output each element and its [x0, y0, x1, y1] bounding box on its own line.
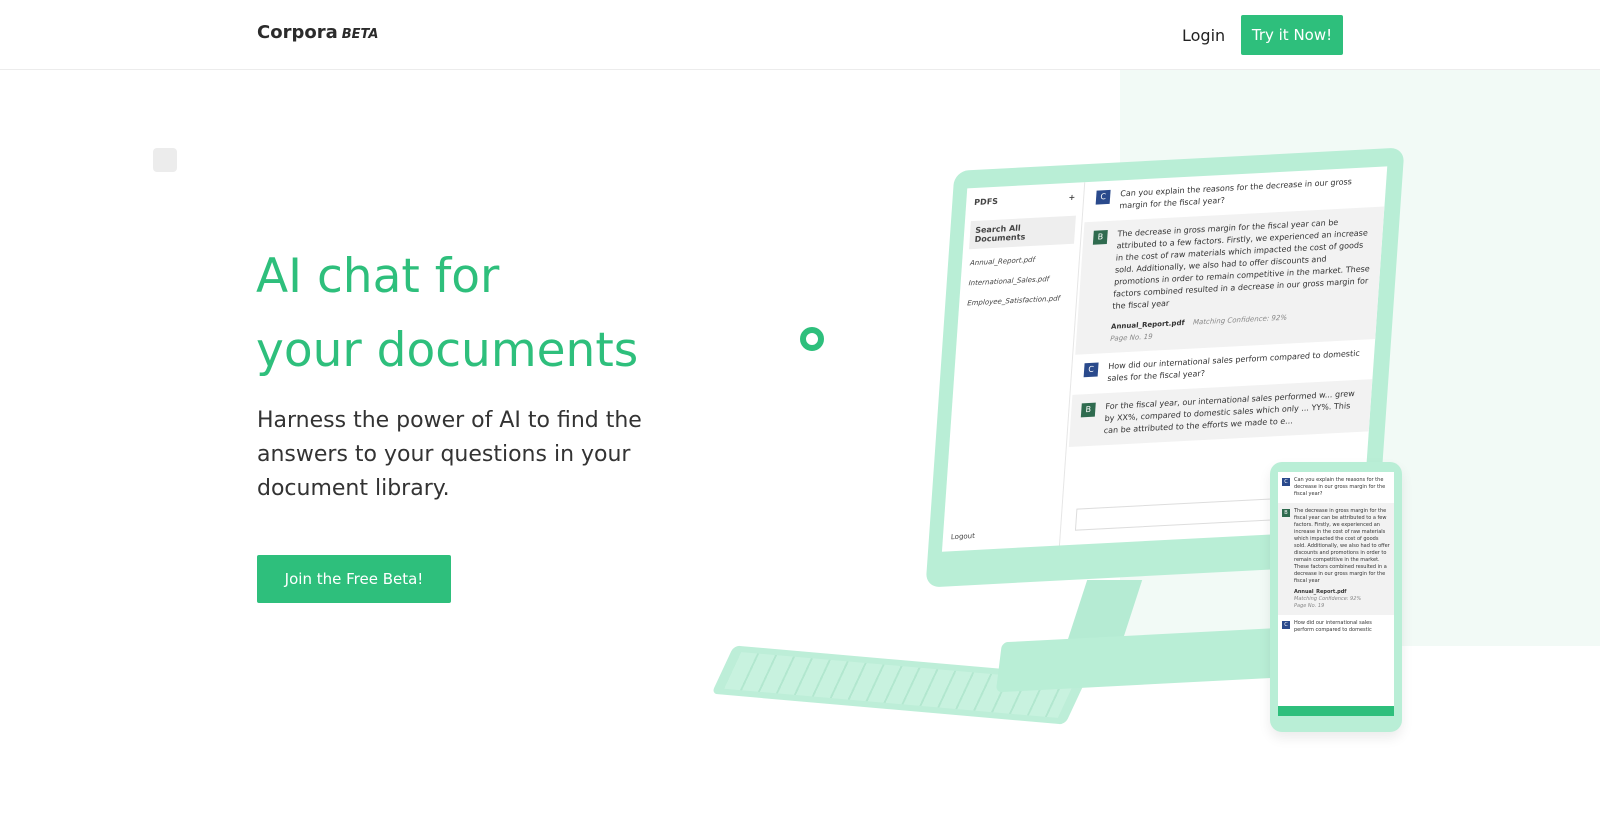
hero-title-line2: your documents — [256, 323, 639, 378]
brand-logo[interactable]: Corpora BETA — [257, 22, 378, 43]
message-text: For the fiscal year, our international s… — [1103, 389, 1356, 436]
user-avatar: C — [1095, 189, 1111, 205]
message-text: Can you explain the reasons for the decr… — [1294, 477, 1386, 497]
monitor-stand-base — [995, 627, 1285, 693]
page-number: Page No. 19 — [1294, 603, 1325, 609]
logout-label: Logout — [950, 531, 976, 542]
hero-subtitle: Harness the power of AI to find the answ… — [257, 408, 642, 501]
message-text: How did our international sales perform … — [1107, 348, 1361, 384]
user-avatar: C — [1282, 478, 1290, 486]
hero-title: AI chat for your documents — [256, 240, 726, 388]
bot-avatar: B — [1282, 509, 1290, 517]
decorative-square — [153, 148, 177, 172]
confidence-label: Matching Confidence: 92% — [1294, 596, 1362, 602]
brand-name: Corpora — [257, 22, 338, 43]
message-text: How did our international sales perform … — [1294, 620, 1372, 633]
decorative-circle — [800, 327, 824, 351]
message-text: Can you explain the reasons for the decr… — [1119, 177, 1353, 211]
message-text: The decrease in gross margin for the fis… — [1294, 508, 1390, 584]
add-icon: + — [1068, 192, 1076, 203]
try-it-now-button[interactable]: Try it Now! — [1241, 15, 1343, 55]
search-documents: Search All Documents — [968, 215, 1076, 250]
bot-avatar: B — [1092, 229, 1108, 245]
phone-screen: C Can you explain the reasons for the de… — [1278, 472, 1394, 716]
chat-message: C How did our international sales perfor… — [1278, 615, 1394, 639]
source-file: Annual_Report.pdf — [1110, 318, 1185, 331]
sidebar-title: PDFS — [973, 196, 999, 208]
bot-avatar: B — [1080, 402, 1096, 418]
message-text: The decrease in gross margin for the fis… — [1112, 217, 1371, 311]
phone-illustration: C Can you explain the reasons for the de… — [1270, 462, 1402, 732]
join-beta-button[interactable]: Join the Free Beta! — [257, 555, 451, 603]
chat-message: C Can you explain the reasons for the de… — [1278, 472, 1394, 503]
user-avatar: C — [1083, 362, 1099, 378]
phone-bottom-bar — [1278, 706, 1394, 716]
top-nav: Corpora BETA Login Try it Now! — [0, 0, 1600, 70]
chat-message: B The decrease in gross margin for the f… — [1075, 206, 1385, 355]
beta-label: BETA — [341, 27, 379, 42]
sidebar-header: PDFS + — [965, 182, 1084, 217]
user-avatar: C — [1282, 621, 1290, 629]
login-link[interactable]: Login — [1182, 26, 1225, 45]
source-file: Annual_Report.pdf — [1294, 589, 1347, 595]
chat-message: B The decrease in gross margin for the f… — [1278, 503, 1394, 615]
pdf-sidebar: PDFS + Search All Documents Annual_Repor… — [941, 182, 1086, 552]
hero-title-line1: AI chat for — [256, 249, 500, 304]
